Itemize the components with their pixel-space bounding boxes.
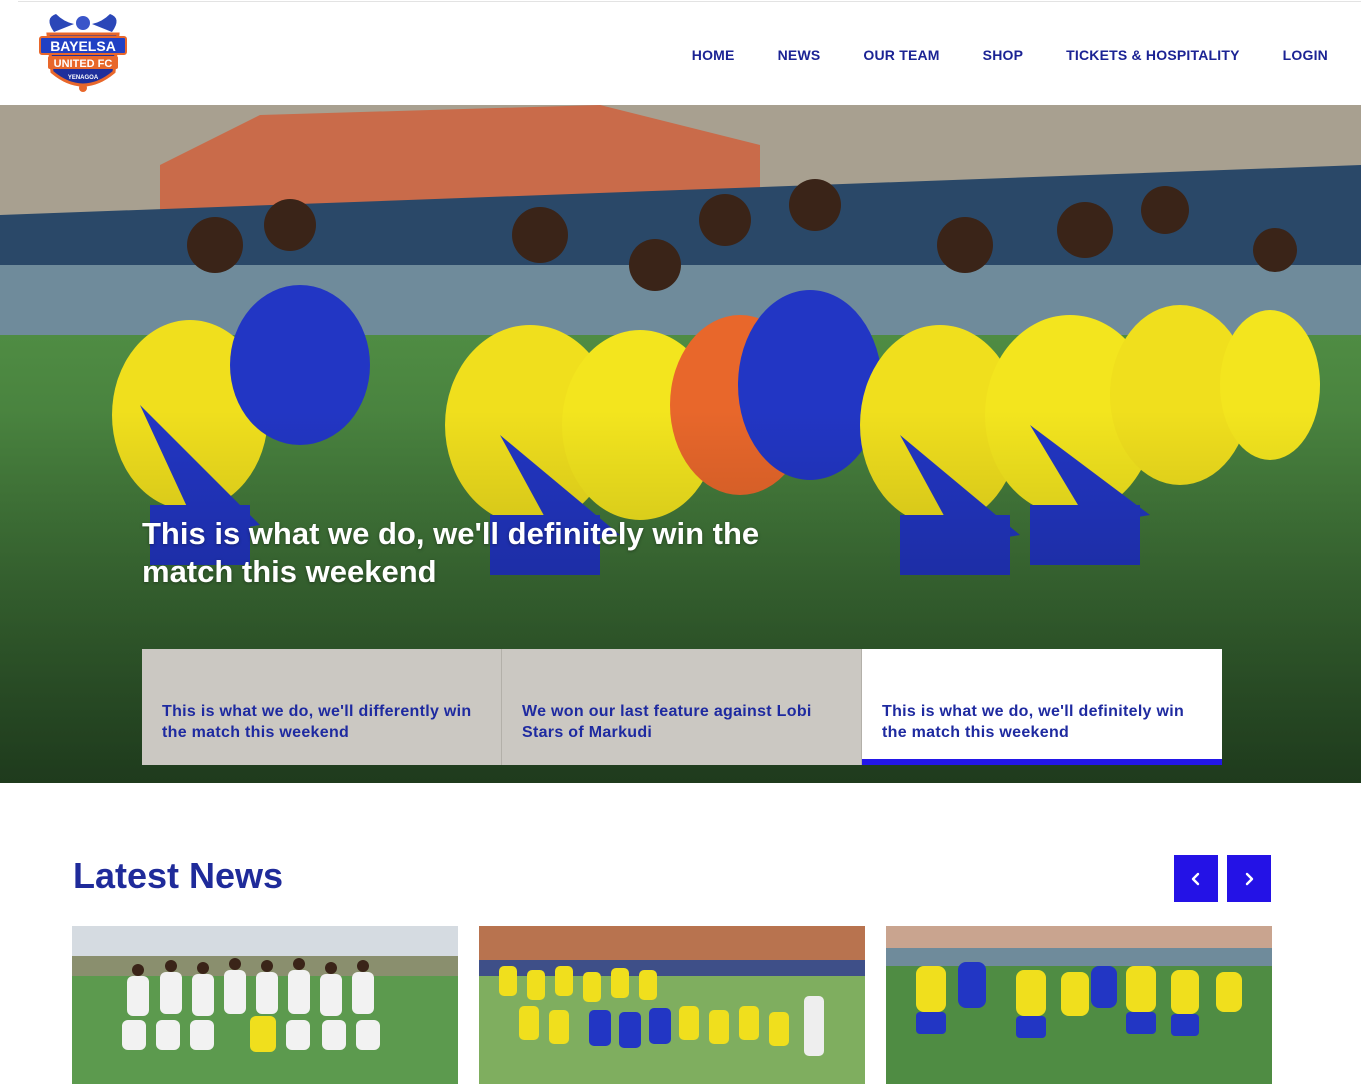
nav-tickets-hospitality[interactable]: TICKETS & HOSPITALITY bbox=[1066, 47, 1240, 63]
team-training-photo bbox=[886, 926, 1272, 1084]
news-card-1[interactable] bbox=[72, 926, 458, 1084]
hero-slider: This is what we do, we'll definitely win… bbox=[0, 105, 1361, 783]
hero-slide-tabs: This is what we do, we'll differently wi… bbox=[142, 649, 1222, 765]
nav-our-team[interactable]: OUR TEAM bbox=[863, 47, 939, 63]
team-lineup-photo bbox=[72, 926, 458, 1084]
slide-tab-label: This is what we do, we'll definitely win… bbox=[882, 703, 1185, 741]
slide-tab-label: We won our last feature against Lobi Sta… bbox=[522, 703, 812, 741]
nav-login[interactable]: LOGIN bbox=[1283, 47, 1328, 63]
nav-news[interactable]: NEWS bbox=[778, 47, 821, 63]
site-header: BAYELSA UNITED FC YENAGOA HOME NEWS OUR … bbox=[0, 2, 1361, 105]
main-nav: HOME NEWS OUR TEAM SHOP TICKETS & HOSPIT… bbox=[649, 47, 1328, 63]
news-card-2[interactable] bbox=[479, 926, 865, 1084]
news-prev-button[interactable] bbox=[1174, 855, 1218, 902]
nav-home[interactable]: HOME bbox=[692, 47, 735, 63]
latest-news-heading: Latest News bbox=[73, 855, 284, 896]
svg-text:BAYELSA: BAYELSA bbox=[50, 38, 116, 54]
club-crest-icon: BAYELSA UNITED FC YENAGOA bbox=[39, 14, 127, 92]
svg-text:UNITED FC: UNITED FC bbox=[54, 58, 113, 70]
slide-tab-3[interactable]: This is what we do, we'll definitely win… bbox=[862, 649, 1222, 765]
nav-shop[interactable]: SHOP bbox=[983, 47, 1023, 63]
svg-text:YENAGOA: YENAGOA bbox=[68, 75, 99, 81]
slide-tab-1[interactable]: This is what we do, we'll differently wi… bbox=[142, 649, 502, 765]
slide-tab-label: This is what we do, we'll differently wi… bbox=[162, 703, 472, 741]
hero-headline: This is what we do, we'll definitely win… bbox=[142, 516, 760, 589]
team-warmup-photo bbox=[479, 926, 865, 1084]
club-logo[interactable]: BAYELSA UNITED FC YENAGOA bbox=[34, 10, 132, 100]
news-card-3[interactable] bbox=[886, 926, 1272, 1084]
news-next-button[interactable] bbox=[1227, 855, 1271, 902]
slide-tab-2[interactable]: We won our last feature against Lobi Sta… bbox=[502, 649, 862, 765]
chevron-right-icon bbox=[1245, 872, 1254, 885]
chevron-left-icon bbox=[1191, 872, 1200, 885]
